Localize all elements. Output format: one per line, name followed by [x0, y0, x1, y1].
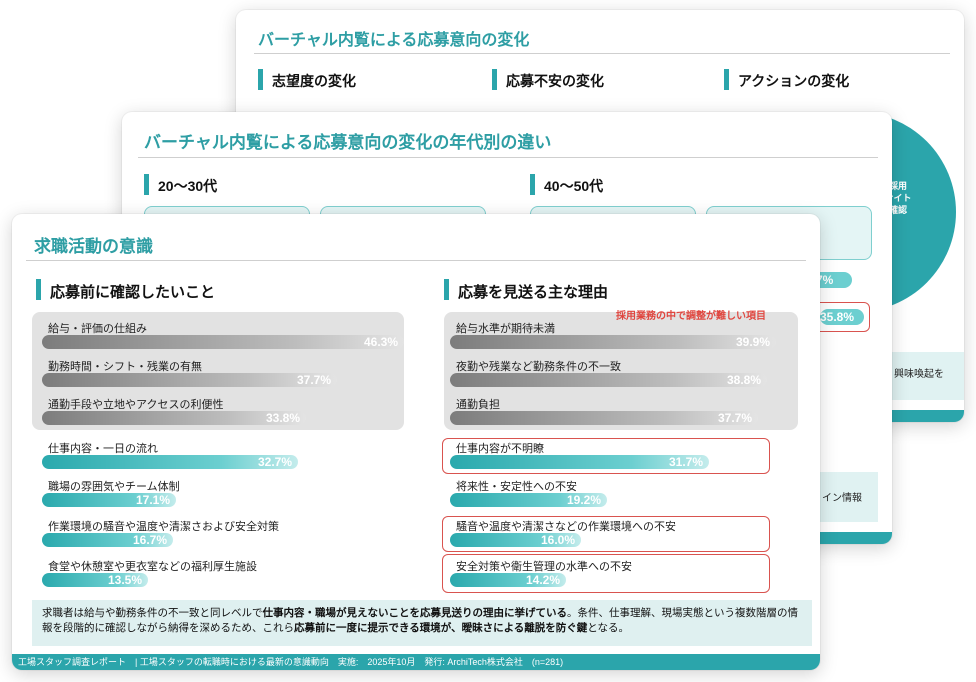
bar-value: 19.2% — [566, 493, 601, 507]
bar-label: 仕事内容が不明瞭 — [456, 443, 544, 455]
bar-value: 16.0% — [540, 533, 575, 547]
bar: 19.2% — [450, 493, 607, 507]
bar-label: 通勤負担 — [456, 399, 500, 411]
annotation: 採用業務の中で調整が難しい項目 — [616, 311, 766, 322]
bar-value: 16.7% — [132, 533, 167, 547]
bar: 32.7% — [42, 455, 298, 469]
bar-label: 勤務時間・シフト・残業の有無 — [48, 361, 202, 373]
bar-label: 作業環境の騒音や温度や清潔さおよび安全対策 — [48, 521, 279, 533]
bar-label: 食堂や休憩室や更衣室などの福利厚生施設 — [48, 561, 257, 573]
bar: 39.9% — [450, 335, 776, 349]
section-heading: 志望度の変化 — [258, 69, 356, 90]
bar: 16.7% — [42, 533, 173, 547]
slide-footer: 工場スタッフ調査レポート | 工場スタッフの転職時における最新の意識動向 実施:… — [12, 654, 820, 670]
bar: 14.2% — [450, 573, 566, 587]
bar: 37.7% — [450, 411, 758, 425]
bar-value: 39.9% — [735, 335, 770, 349]
bar-value: 37.7% — [717, 411, 752, 425]
bar-value: 17.1% — [135, 493, 170, 507]
slide-mid-title: バーチャル内覧による応募意向の変化の年代別の違い — [144, 133, 552, 152]
bar-label: 職場の雰囲気やチーム体制 — [48, 481, 180, 493]
bar-label: 騒音や温度や清潔さなどの作業環境への不安 — [456, 521, 676, 533]
bar: 46.3% — [42, 335, 404, 349]
bar: 37.7% — [42, 373, 337, 387]
left-section-heading: 応募前に確認したいこと — [35, 279, 215, 302]
bar: 17.1% — [42, 493, 176, 507]
bar-label: 給与・評価の仕組み — [48, 323, 147, 335]
bar: 16.0% — [450, 533, 581, 547]
slide-front-title: 求職活動の意識 — [34, 237, 153, 256]
bar-value: 33.8% — [265, 411, 300, 425]
bar-value: 32.7% — [257, 455, 292, 469]
bar: 31.7% — [450, 455, 709, 469]
slide-front[interactable]: 求職活動の意識 応募前に確認したいこと 応募を見送る主な理由 採用業務の中で調整… — [12, 214, 820, 670]
side-text: イン情報 — [822, 493, 862, 504]
divider — [254, 53, 950, 54]
bar-label: 通勤手段や立地やアクセスの利便性 — [48, 399, 224, 411]
divider — [26, 260, 806, 261]
bar-value: 46.3% — [363, 335, 398, 349]
bar: 38.8% — [450, 373, 767, 387]
bar-value: 37.7% — [296, 373, 331, 387]
section-heading: 応募不安の変化 — [492, 69, 604, 90]
summary-box: 求職者は給与や勤務条件の不一致と同レベルで仕事内容・職場が見えないことを応募見送… — [32, 600, 812, 646]
pill-value: 35.8% — [820, 309, 864, 325]
section-heading: 40〜50代 — [529, 174, 604, 195]
bar-value: 38.8% — [726, 373, 761, 387]
bar-label: 給与水準が期待未満 — [456, 323, 555, 335]
divider — [138, 157, 878, 158]
side-text: 興味喚起を — [894, 369, 944, 380]
section-heading: アクションの変化 — [723, 69, 850, 90]
bar-value: 14.2% — [525, 573, 560, 587]
right-section-heading: 応募を見送る主な理由 — [443, 279, 608, 302]
bar-value: 13.5% — [107, 573, 142, 587]
slide-back-title: バーチャル内覧による応募意向の変化 — [258, 32, 530, 49]
bar: 33.8% — [42, 411, 306, 425]
section-heading: 20〜30代 — [143, 174, 218, 195]
bar-label: 仕事内容・一日の流れ — [48, 443, 158, 455]
bar-label: 将来性・安定性への不安 — [456, 481, 577, 493]
bar: 13.5% — [42, 573, 148, 587]
bar-label: 安全対策や衛生管理の水準への不安 — [456, 561, 632, 573]
bar-value: 31.7% — [668, 455, 703, 469]
bar-label: 夜勤や残業など勤務条件の不一致 — [456, 361, 621, 373]
